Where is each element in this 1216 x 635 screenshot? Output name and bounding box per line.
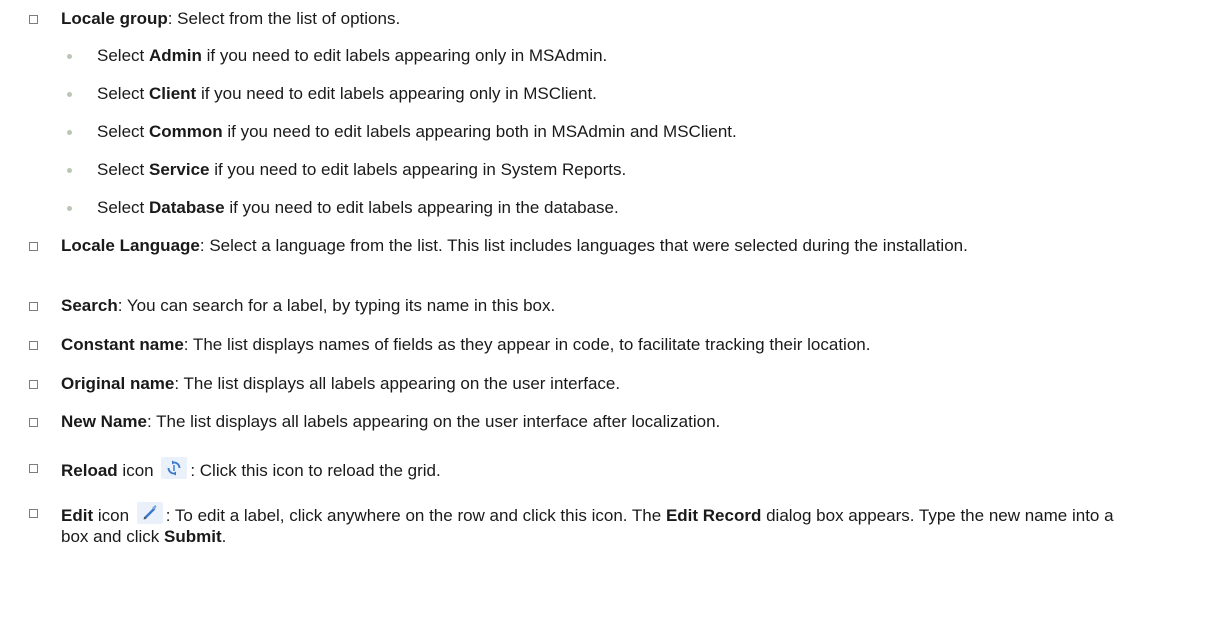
sub-list-item-text: Select Database if you need to edit labe… bbox=[97, 198, 619, 217]
checkbox-bullet-icon bbox=[29, 509, 38, 518]
list-item-text: Constant name: The list displays names o… bbox=[61, 335, 871, 354]
dot-bullet-icon bbox=[67, 130, 72, 135]
checkbox-bullet-icon bbox=[29, 341, 38, 350]
checkbox-bullet-icon bbox=[29, 464, 38, 473]
list-item-text: Original name: The list displays all lab… bbox=[61, 374, 621, 393]
sub-list-item-text: Select Common if you need to edit labels… bbox=[97, 122, 737, 141]
list-item-text: Edit icon : To edit a label, click anywh… bbox=[61, 502, 1141, 547]
list-item-text: Search: You can search for a label, by t… bbox=[61, 296, 556, 315]
checkbox-bullet-icon bbox=[29, 302, 38, 311]
sub-list-item-text: Select Client if you need to edit labels… bbox=[97, 84, 597, 103]
dot-bullet-icon bbox=[67, 206, 72, 211]
dot-bullet-icon bbox=[67, 168, 72, 173]
checkbox-bullet-icon bbox=[29, 242, 38, 251]
checkbox-bullet-icon bbox=[29, 380, 38, 389]
sub-list-item-text: Select Service if you need to edit label… bbox=[97, 160, 627, 179]
list-item-text: New Name: The list displays all labels a… bbox=[61, 412, 721, 431]
list-item-text: Locale Language: Select a language from … bbox=[61, 236, 968, 255]
dot-bullet-icon bbox=[67, 92, 72, 97]
reload-icon bbox=[161, 457, 188, 479]
list-item-text: Locale group: Select from the list of op… bbox=[61, 9, 401, 28]
pencil-icon bbox=[136, 502, 163, 524]
checkbox-bullet-icon bbox=[29, 418, 38, 427]
checkbox-bullet-icon bbox=[29, 15, 38, 24]
sub-list-item-text: Select Admin if you need to edit labels … bbox=[97, 46, 608, 65]
list-item-text: Reload icon : Click this icon to reload … bbox=[61, 457, 1211, 481]
dot-bullet-icon bbox=[67, 54, 72, 59]
